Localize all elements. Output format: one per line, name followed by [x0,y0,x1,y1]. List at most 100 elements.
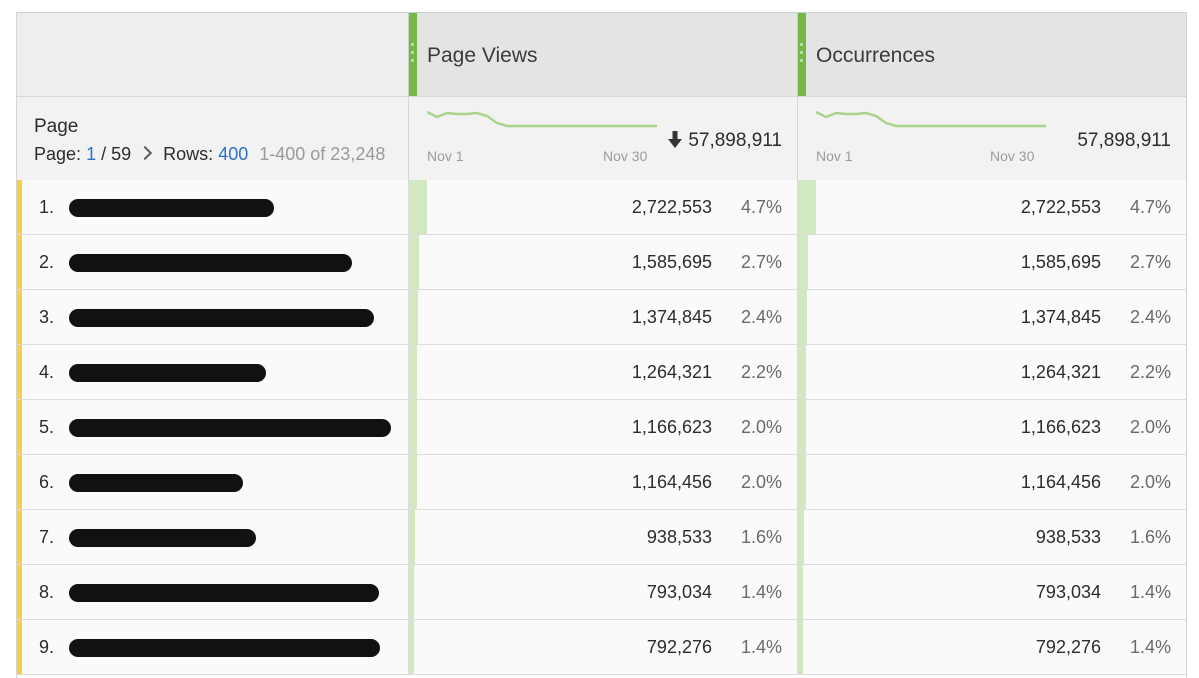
cell-page-views[interactable]: 1,374,845 2.4% [408,290,798,344]
cell-percent: 1.6% [1129,527,1171,547]
cell-value: 792,276 [646,637,712,657]
total-value: 57,898,911 [688,130,782,151]
redacted-page-name [69,254,352,272]
summary-row: Page Page: 1 / 59 Rows: 400 1-400 of 23,… [17,96,1186,181]
cell-page-views[interactable]: 2,722,553 4.7% [408,180,798,234]
row-indicator [17,345,22,399]
row-indicator [17,565,22,619]
table-row[interactable]: 1. 2,722,553 4.7% 2,722,553 4.7% [17,180,1186,235]
date-start: Nov 1 [816,148,853,164]
row-number: 7. [39,527,55,547]
row-indicator [17,290,22,344]
table-row[interactable]: 8. 793,034 1.4% 793,034 1.4% [17,565,1186,620]
cell-value: 938,533 [1035,527,1101,547]
row-indicator [17,400,22,454]
cell-percent: 2.0% [740,472,782,492]
header-page-views[interactable]: Page Views [408,13,798,97]
cell-value: 1,264,321 [1020,362,1101,382]
cell-page-views[interactable]: 1,166,623 2.0% [408,400,798,454]
cell-page-views[interactable]: 793,034 1.4% [408,565,798,619]
row-indicator [17,510,22,564]
cell-value: 938,533 [646,527,712,547]
cell-percent: 1.4% [1129,582,1171,602]
table-row[interactable]: 6. 1,164,456 2.0% 1,164,456 2.0% [17,455,1186,510]
cell-value: 1,374,845 [631,307,712,327]
sparkline-page-views [427,110,657,128]
value-bar [409,345,417,399]
cell-occurrences[interactable]: 1,164,456 2.0% [797,455,1187,509]
page-views-summary: Nov 1 Nov 30 57,898,911 [408,97,798,180]
cell-value: 793,034 [1035,582,1101,602]
freeform-table: Page Views Occurrences Page Page: 1 / 59… [16,12,1187,678]
cell-value: 2,722,553 [631,197,712,217]
occurrences-summary: Nov 1 Nov 30 57,898,911 [797,97,1187,180]
cell-occurrences[interactable]: 1,166,623 2.0% [797,400,1187,454]
cell-percent: 1.4% [740,582,782,602]
sparkline-line [816,110,1046,128]
value-bar [409,620,414,674]
date-end: Nov 30 [603,148,648,164]
table-row[interactable]: 5. 1,166,623 2.0% 1,166,623 2.0% [17,400,1186,455]
total-occurrences: 57,898,911 [1077,130,1171,152]
cell-value: 1,264,321 [631,362,712,382]
cell-occurrences[interactable]: 2,722,553 4.7% [797,180,1187,234]
sparkline-line [427,110,657,128]
sparkline-occurrences [816,110,1046,128]
row-indicator [17,455,22,509]
row-number: 9. [39,637,55,657]
cell-value: 1,166,623 [631,417,712,437]
cell-occurrences[interactable]: 1,264,321 2.2% [797,345,1187,399]
cell-percent: 1.4% [1129,637,1171,657]
table-row[interactable]: 4. 1,264,321 2.2% 1,264,321 2.2% [17,345,1186,400]
row-indicator [17,235,22,289]
table-row[interactable]: 2. 1,585,695 2.7% 1,585,695 2.7% [17,235,1186,290]
cell-page-views[interactable]: 1,164,456 2.0% [408,455,798,509]
row-number: 4. [39,362,55,382]
date-start: Nov 1 [427,148,464,164]
cell-value: 1,585,695 [631,252,712,272]
cell-occurrences[interactable]: 793,034 1.4% [797,565,1187,619]
value-bar [409,180,427,234]
row-number: 8. [39,582,55,602]
page-current-link[interactable]: 1 [86,144,96,164]
cell-occurrences[interactable]: 1,374,845 2.4% [797,290,1187,344]
table-row[interactable]: 9. 792,276 1.4% 792,276 1.4% [17,620,1186,675]
cell-value: 1,374,845 [1020,307,1101,327]
table-row[interactable]: 3. 1,374,845 2.4% 1,374,845 2.4% [17,290,1186,345]
date-end: Nov 30 [990,148,1035,164]
cell-occurrences[interactable]: 938,533 1.6% [797,510,1187,564]
rows-per-page-select[interactable]: 400 [218,144,248,164]
row-number: 1. [39,197,55,217]
redacted-page-name [69,364,266,382]
metric-title-page-views: Page Views [427,44,538,67]
pagination: Page: 1 / 59 Rows: 400 1-400 of 23,248 [34,144,385,165]
cell-occurrences[interactable]: 1,585,695 2.7% [797,235,1187,289]
chevron-right-icon[interactable] [138,145,153,161]
value-bar [798,510,804,564]
drag-handle-icon[interactable] [798,13,806,97]
table-row[interactable]: 7. 938,533 1.6% 938,533 1.6% [17,510,1186,565]
cell-page-views[interactable]: 792,276 1.4% [408,620,798,674]
header-occurrences[interactable]: Occurrences [797,13,1187,97]
cell-page-views[interactable]: 1,585,695 2.7% [408,235,798,289]
table-header: Page Views Occurrences [17,12,1186,97]
page-total: / 59 [101,144,132,164]
redacted-page-name [69,639,380,657]
value-bar [798,565,803,619]
cell-page-views[interactable]: 938,533 1.6% [408,510,798,564]
cell-page-views[interactable]: 1,264,321 2.2% [408,345,798,399]
value-bar [798,400,806,454]
value-bar [798,180,816,234]
redacted-page-name [69,419,391,437]
cell-percent: 4.7% [1129,197,1171,217]
cell-percent: 2.7% [1129,252,1171,272]
arrow-down-icon [668,131,683,148]
drag-handle-icon[interactable] [409,13,417,97]
cell-percent: 2.4% [740,307,782,327]
cell-value: 1,585,695 [1020,252,1101,272]
cell-percent: 1.4% [740,637,782,657]
redacted-page-name [69,474,243,492]
value-bar [409,455,417,509]
cell-occurrences[interactable]: 792,276 1.4% [797,620,1187,674]
row-number: 2. [39,252,55,272]
